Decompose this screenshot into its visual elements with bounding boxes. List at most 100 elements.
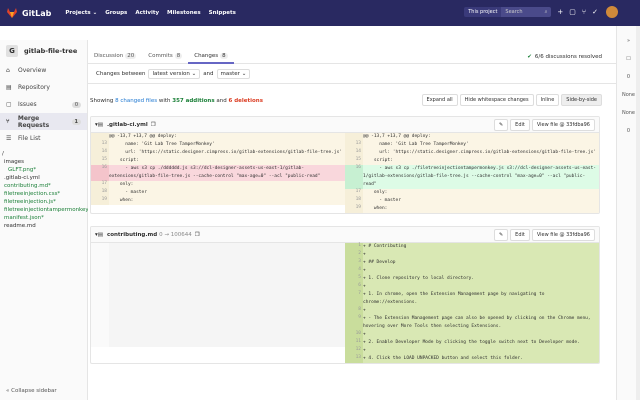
line-code: when:: [109, 198, 134, 203]
edit-button[interactable]: Edit: [510, 118, 530, 131]
line-number: [91, 291, 109, 299]
diff-line: 5 + 1. Clone repository to local director…: [345, 275, 599, 283]
inline-view-button[interactable]: Inline: [535, 94, 560, 106]
view-file-button[interactable]: View file @ 33fdba96: [531, 228, 595, 241]
line-code: + # Contributing: [363, 244, 407, 249]
search-input[interactable]: Search ⌕: [501, 7, 552, 17]
issues-icon[interactable]: ▢: [569, 8, 576, 16]
tab-commits[interactable]: Commits 8: [142, 48, 188, 64]
line-code: + ## Develop: [363, 260, 396, 265]
file-name[interactable]: .gitlab-ci.yml: [107, 122, 148, 128]
side-by-side-button[interactable]: Side-by-side: [561, 94, 602, 106]
plus-icon[interactable]: +: [557, 8, 563, 16]
issues-icon: ▢: [6, 101, 12, 108]
merge-request-icon: ⑂: [6, 118, 10, 125]
line-number: 12: [345, 347, 363, 355]
gitlab-logo[interactable]: GitLab: [6, 7, 51, 19]
nav-groups[interactable]: Groups: [105, 10, 127, 16]
gitlab-brand: GitLab: [22, 8, 52, 18]
collapse-sidebar-label: Collapse sidebar: [11, 388, 57, 394]
tab-discussion[interactable]: Discussion 20: [88, 48, 142, 64]
comment-icon[interactable]: ✎: [493, 118, 509, 131]
diff-file-header: ▾ ▤ contributing.md 0 → 100644 ❐ ✎ Edit …: [91, 227, 599, 243]
sidebar-item-overview[interactable]: ⌂ Overview: [0, 62, 87, 79]
changed-files-link[interactable]: 8 changed files: [115, 98, 157, 104]
diff-line: 18 - master: [345, 197, 599, 205]
tree-file[interactable]: contributing.md*: [0, 182, 88, 190]
tree-file[interactable]: filetreeinjectiontampermonkey: [0, 206, 88, 214]
line-code: - master: [109, 190, 147, 195]
collapse-sidebar-button[interactable]: « Collapse sidebar: [6, 388, 57, 394]
sidebar-item-issues[interactable]: ▢ Issues 0: [0, 96, 87, 113]
line-number: 19: [345, 205, 363, 213]
expand-all-button[interactable]: Expand all: [421, 94, 458, 106]
main-content: Discussion 20 Commits 8 Changes 8 ✔ 6/6 disc…: [88, 26, 616, 400]
line-number: [91, 307, 109, 315]
tree-file[interactable]: manifest.json*: [0, 214, 88, 222]
tree-file[interactable]: readme.md: [0, 222, 88, 230]
line-code: url: 'https://static.designer.cimpress.i…: [363, 150, 597, 155]
todo-icon[interactable]: ✓: [592, 8, 598, 16]
line-code: - aws s3 cp ./filetreeinjectiontampermon…: [363, 166, 597, 187]
diff-line: 15 script:: [345, 157, 599, 165]
tree-item-root[interactable]: /: [0, 150, 88, 158]
check-circle-icon: ✔: [527, 54, 532, 60]
file-name[interactable]: contributing.md: [107, 232, 157, 238]
diff-line-empty: [91, 251, 345, 259]
line-code: url: 'https://static.designer.cimpress.i…: [109, 150, 343, 155]
line-number: 14: [91, 149, 109, 157]
copy-icon[interactable]: ❐: [195, 232, 200, 238]
line-number: [91, 339, 109, 347]
line-number: [91, 133, 109, 141]
diff-line: 14 url: 'https://static.designer.cimpres…: [345, 149, 599, 157]
nav-milestones[interactable]: Milestones: [167, 10, 201, 16]
merge-request-icon[interactable]: ⑂: [582, 8, 586, 16]
line-code: + 4. Click the LOAD UNPACKED button and …: [363, 356, 523, 361]
diff-line: 13 name: 'Git Lab Tree TamperMonkey': [345, 141, 599, 149]
file-list-icon: ☰: [6, 135, 12, 142]
nav-snippets[interactable]: Snippets: [209, 10, 236, 16]
diff-columns: 1 + # Contributing 2 +3 + ## Develop 4 +5 + 1. …: [91, 243, 599, 363]
stats-and: and: [216, 98, 227, 104]
diff-line-empty: [91, 267, 345, 275]
sidebar-item-repository[interactable]: ▤ Repository: [0, 79, 87, 96]
hide-whitespace-button[interactable]: Hide whitespace changes: [459, 94, 534, 106]
version-select[interactable]: latest version ⌄: [148, 68, 201, 79]
sidebar-item-file-list[interactable]: ☰ File List: [0, 130, 87, 147]
sidebar-project[interactable]: G gitlab-file-tree: [0, 40, 87, 62]
file-mode: 0 → 100644: [159, 231, 192, 238]
view-file-button[interactable]: View file @ 33fdba96: [531, 118, 595, 131]
nav-activity[interactable]: Activity: [135, 10, 159, 16]
line-number: 18: [91, 189, 109, 197]
diff-line: 9 + - The Extension Management page can a…: [345, 315, 599, 331]
copy-icon[interactable]: ❐: [151, 122, 156, 128]
tree-file[interactable]: .gitlab-ci.yml: [0, 174, 88, 182]
tree-file[interactable]: filetreeinjection.js*: [0, 198, 88, 206]
comment-icon[interactable]: ✎: [493, 228, 509, 241]
diff-line: 14 url: 'https://static.designer.cimpres…: [91, 149, 345, 157]
tab-count: 20: [125, 52, 137, 59]
line-number: 13: [91, 141, 109, 149]
collapse-icon: «: [6, 388, 10, 394]
user-avatar[interactable]: [606, 6, 618, 18]
this-project-scope[interactable]: This project: [464, 7, 502, 17]
target-branch-select[interactable]: master ⌄: [216, 68, 251, 79]
tree-folder-images[interactable]: images: [0, 158, 88, 166]
sidebar-item-merge-requests[interactable]: ⑂ Merge Requests 1: [0, 113, 87, 130]
nav-projects[interactable]: Projects ⌄: [65, 10, 97, 16]
line-code: script:: [363, 158, 393, 163]
tab-changes[interactable]: Changes 8: [188, 48, 234, 64]
edit-button[interactable]: Edit: [510, 228, 530, 241]
tree-file[interactable]: GLFT.png*: [0, 166, 88, 174]
tab-count: 8: [220, 52, 228, 59]
page-scrollbar[interactable]: [636, 26, 640, 400]
and-label: and: [203, 70, 214, 77]
diff-line-empty: [91, 291, 345, 299]
line-number: 3: [345, 259, 363, 267]
tree-file[interactable]: filetreeinjection.css*: [0, 190, 88, 198]
